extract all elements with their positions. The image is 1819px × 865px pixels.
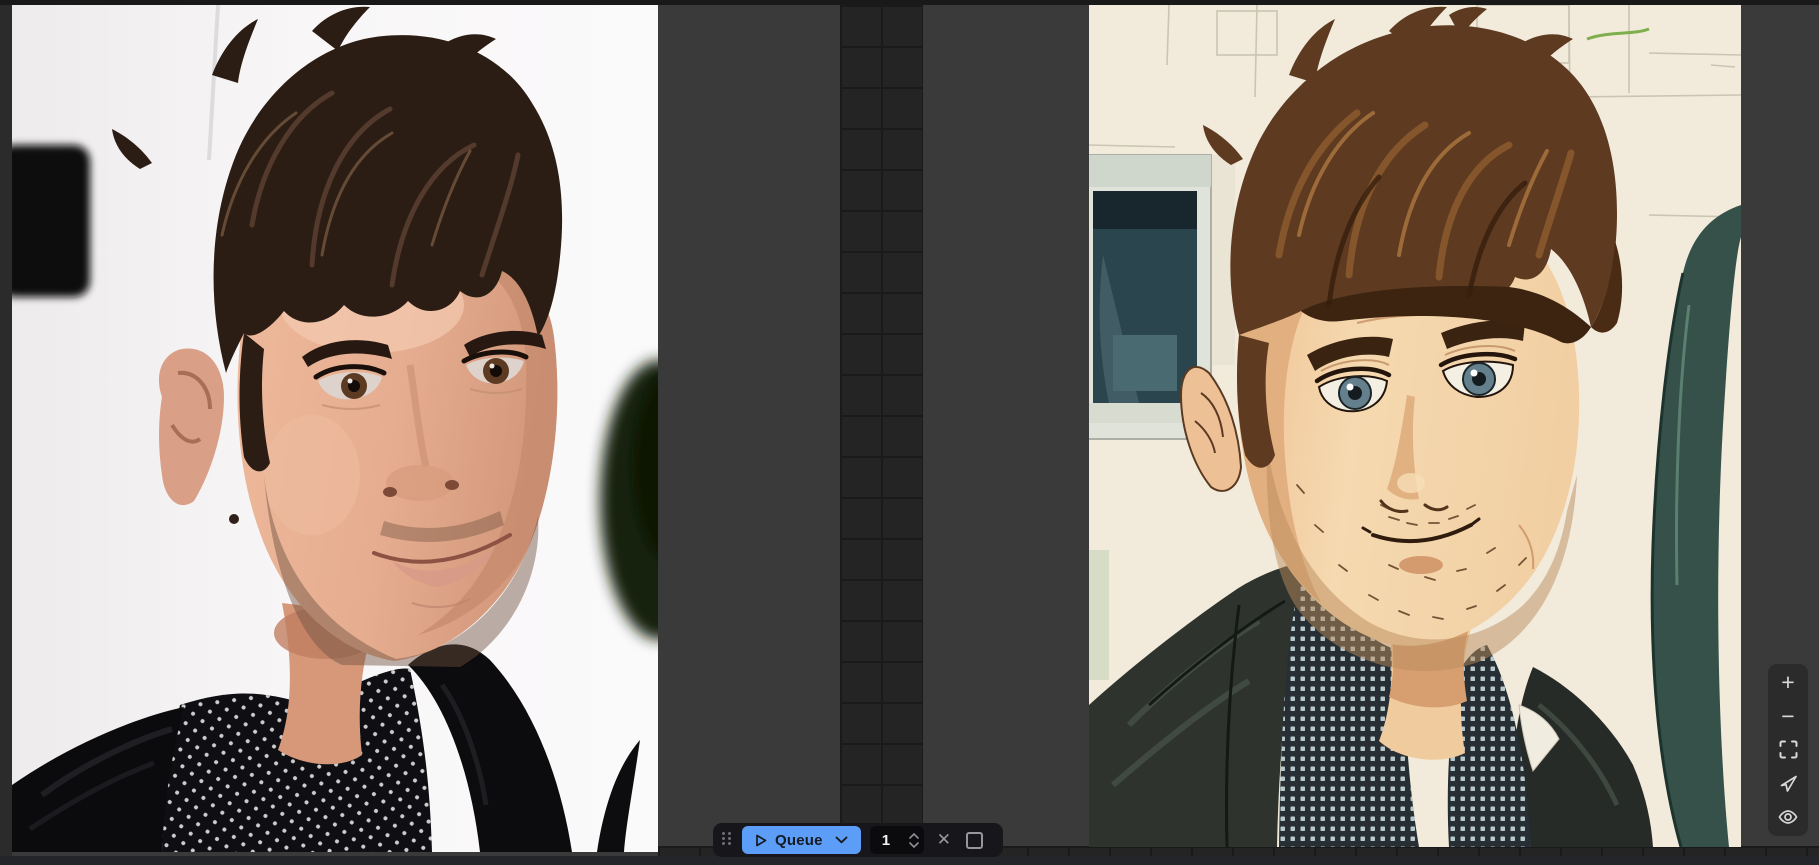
- minus-icon: −: [1781, 702, 1795, 729]
- chevron-down-icon: [835, 836, 848, 844]
- x-mark-icon: ✕: [936, 830, 951, 849]
- generated-anime-image[interactable]: [1089, 5, 1741, 847]
- arrow-cursor-icon: [1780, 775, 1797, 792]
- stepper-down-icon[interactable]: [908, 841, 919, 848]
- eye-icon: [1778, 810, 1798, 825]
- cancel-run-button[interactable]: ✕: [937, 830, 951, 850]
- zoom-in-button[interactable]: +: [1768, 668, 1808, 698]
- batch-count-value: 1: [881, 831, 891, 849]
- queue-toolbar: Queue 1 ✕: [713, 823, 1003, 857]
- queue-button[interactable]: Queue: [742, 826, 861, 854]
- source-photo-image[interactable]: [12, 5, 658, 852]
- visibility-button[interactable]: [1768, 802, 1808, 832]
- play-icon: [755, 834, 767, 847]
- bottom-edge-bar: [0, 856, 1819, 865]
- zoom-out-button[interactable]: −: [1768, 701, 1808, 731]
- corner-brackets-icon: [1779, 740, 1797, 759]
- stop-button[interactable]: [965, 831, 983, 849]
- fit-view-button[interactable]: [1768, 735, 1808, 765]
- left-edge-bar: [0, 5, 12, 856]
- drag-handle-icon[interactable]: [722, 832, 733, 848]
- queue-button-label: Queue: [775, 831, 823, 849]
- batch-count-field[interactable]: 1: [869, 826, 924, 854]
- stop-square-icon: [965, 831, 983, 849]
- canvas-stage: Queue 1 ✕ + −: [0, 0, 1819, 865]
- plus-icon: +: [1781, 669, 1795, 696]
- canvas-grid-strip: [840, 5, 923, 856]
- view-toolbar: + −: [1768, 664, 1808, 836]
- stepper-up-icon[interactable]: [908, 832, 919, 839]
- pointer-button[interactable]: [1768, 769, 1808, 799]
